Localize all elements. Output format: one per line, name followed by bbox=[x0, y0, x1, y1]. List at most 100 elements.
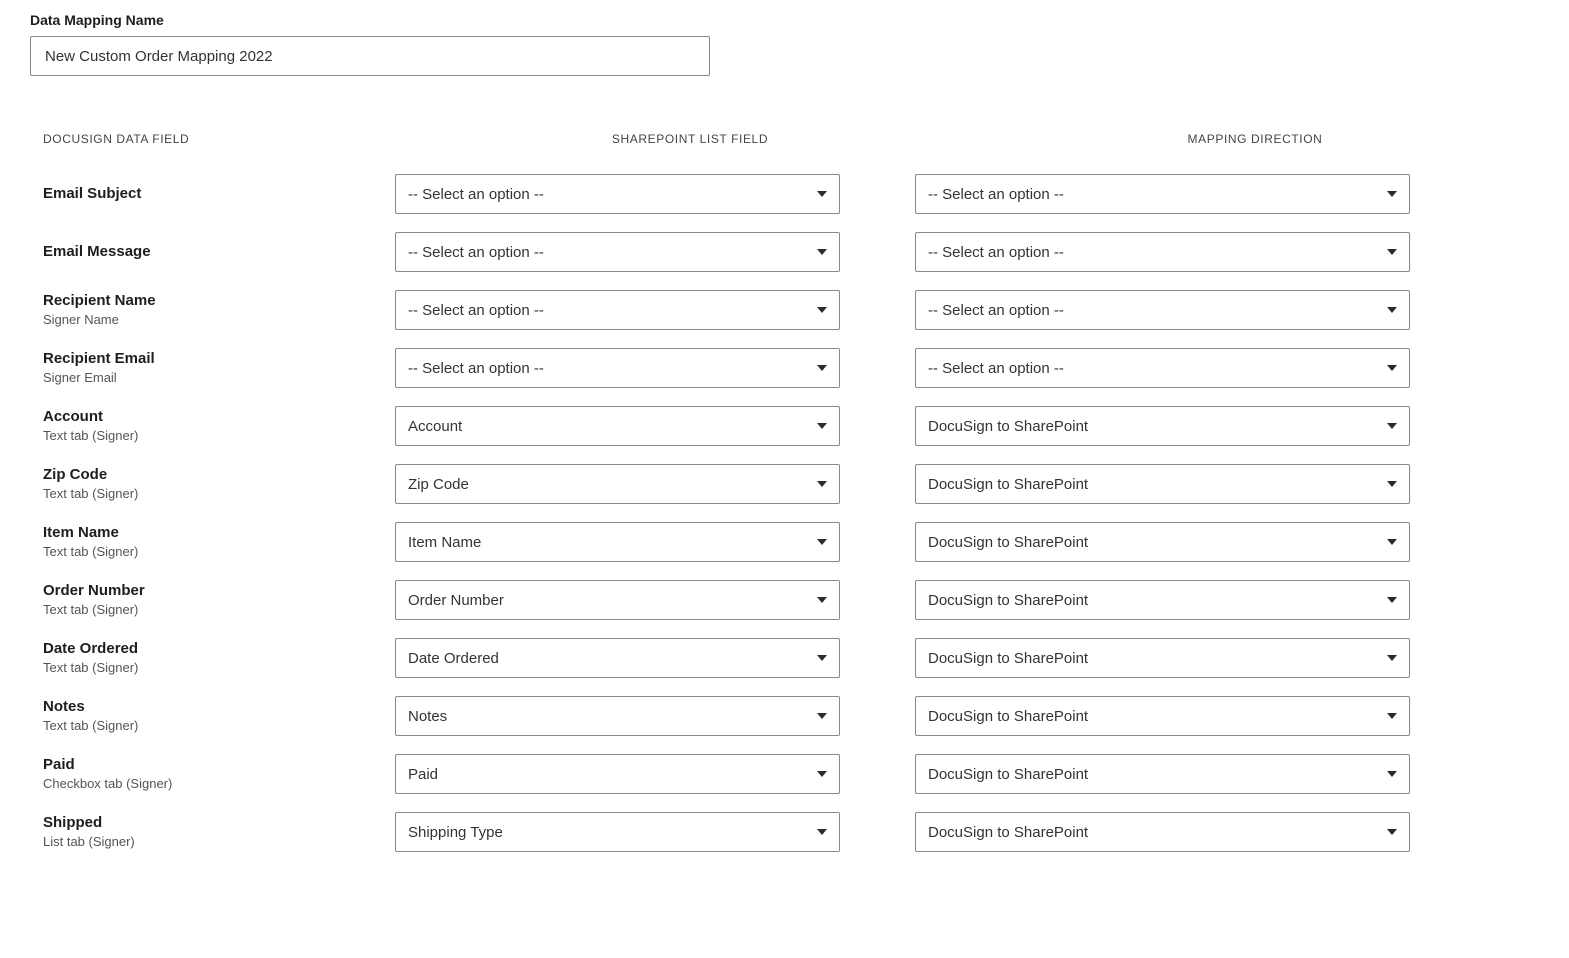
mapping-row: NotesText tab (Signer)NotesDocuSign to S… bbox=[30, 690, 1420, 742]
select-value: DocuSign to SharePoint bbox=[928, 824, 1088, 841]
field-labels: Recipient NameSigner Name bbox=[30, 291, 395, 330]
sharepoint-field-select[interactable]: -- Select an option -- bbox=[395, 290, 840, 330]
field-labels: Email Message bbox=[30, 242, 395, 262]
field-labels: Date OrderedText tab (Signer) bbox=[30, 639, 395, 678]
chevron-down-icon bbox=[817, 481, 827, 487]
column-headers: DOCUSIGN DATA FIELD SHAREPOINT LIST FIEL… bbox=[30, 132, 1420, 146]
mapping-direction-select[interactable]: DocuSign to SharePoint bbox=[915, 638, 1410, 678]
field-name: Order Number bbox=[43, 581, 395, 601]
chevron-down-icon bbox=[817, 191, 827, 197]
sharepoint-field-select[interactable]: Zip Code bbox=[395, 464, 840, 504]
mapping-row: Email Subject -- Select an option -- -- Se… bbox=[30, 168, 1420, 220]
field-subtype: Checkbox tab (Signer) bbox=[43, 775, 395, 793]
select-value: DocuSign to SharePoint bbox=[928, 650, 1088, 667]
chevron-down-icon bbox=[1387, 539, 1397, 545]
select-value: DocuSign to SharePoint bbox=[928, 534, 1088, 551]
chevron-down-icon bbox=[1387, 597, 1397, 603]
mapping-row: Order NumberText tab (Signer)Order Numbe… bbox=[30, 574, 1420, 626]
field-subtype: Text tab (Signer) bbox=[43, 659, 395, 677]
select-value: DocuSign to SharePoint bbox=[928, 592, 1088, 609]
mapping-row: Zip CodeText tab (Signer)Zip CodeDocuSig… bbox=[30, 458, 1420, 510]
chevron-down-icon bbox=[1387, 713, 1397, 719]
select-value: Order Number bbox=[408, 592, 504, 609]
mapping-direction-select[interactable]: DocuSign to SharePoint bbox=[915, 812, 1410, 852]
chevron-down-icon bbox=[817, 423, 827, 429]
field-subtype: Signer Email bbox=[43, 369, 395, 387]
mapping-name-input[interactable] bbox=[30, 36, 710, 76]
sharepoint-field-select[interactable]: Account bbox=[395, 406, 840, 446]
mapping-direction-select[interactable]: -- Select an option -- bbox=[915, 174, 1410, 214]
chevron-down-icon bbox=[1387, 191, 1397, 197]
chevron-down-icon bbox=[1387, 307, 1397, 313]
select-value: -- Select an option -- bbox=[928, 244, 1064, 261]
sharepoint-field-select[interactable]: Shipping Type bbox=[395, 812, 840, 852]
mapping-direction-select[interactable]: DocuSign to SharePoint bbox=[915, 522, 1410, 562]
mapping-table: DOCUSIGN DATA FIELD SHAREPOINT LIST FIEL… bbox=[30, 132, 1420, 858]
chevron-down-icon bbox=[817, 771, 827, 777]
sharepoint-field-select[interactable]: -- Select an option -- bbox=[395, 232, 840, 272]
field-name: Email Message bbox=[43, 242, 395, 262]
field-subtype: Text tab (Signer) bbox=[43, 717, 395, 735]
sharepoint-field-select[interactable]: -- Select an option -- bbox=[395, 174, 840, 214]
sharepoint-field-select[interactable]: Date Ordered bbox=[395, 638, 840, 678]
field-name: Item Name bbox=[43, 523, 395, 543]
select-value: -- Select an option -- bbox=[928, 302, 1064, 319]
field-labels: ShippedList tab (Signer) bbox=[30, 813, 395, 852]
sharepoint-field-select[interactable]: Item Name bbox=[395, 522, 840, 562]
mapping-row: Recipient EmailSigner Email-- Select an … bbox=[30, 342, 1420, 394]
mapping-row: Item NameText tab (Signer)Item NameDocuS… bbox=[30, 516, 1420, 568]
select-value: -- Select an option -- bbox=[928, 186, 1064, 203]
select-value: Account bbox=[408, 418, 462, 435]
mapping-direction-select[interactable]: -- Select an option -- bbox=[915, 290, 1410, 330]
field-subtype: Text tab (Signer) bbox=[43, 427, 395, 445]
field-subtype: Text tab (Signer) bbox=[43, 543, 395, 561]
header-sharepoint: SHAREPOINT LIST FIELD bbox=[395, 132, 875, 146]
header-docusign: DOCUSIGN DATA FIELD bbox=[30, 132, 395, 146]
mapping-direction-select[interactable]: DocuSign to SharePoint bbox=[915, 464, 1410, 504]
field-subtype: List tab (Signer) bbox=[43, 833, 395, 851]
mapping-direction-select[interactable]: -- Select an option -- bbox=[915, 232, 1410, 272]
mapping-direction-select[interactable]: DocuSign to SharePoint bbox=[915, 580, 1410, 620]
field-labels: Item NameText tab (Signer) bbox=[30, 523, 395, 562]
field-name: Shipped bbox=[43, 813, 395, 833]
select-value: -- Select an option -- bbox=[928, 360, 1064, 377]
select-value: Shipping Type bbox=[408, 824, 503, 841]
select-value: -- Select an option -- bbox=[408, 186, 544, 203]
field-name: Recipient Email bbox=[43, 349, 395, 369]
mapping-row: ShippedList tab (Signer) Shipping Type Doc… bbox=[30, 806, 1420, 858]
select-value: Date Ordered bbox=[408, 650, 499, 667]
select-value: Zip Code bbox=[408, 476, 469, 493]
sharepoint-field-select[interactable]: -- Select an option -- bbox=[395, 348, 840, 388]
mapping-direction-select[interactable]: DocuSign to SharePoint bbox=[915, 696, 1410, 736]
select-value: DocuSign to SharePoint bbox=[928, 708, 1088, 725]
mapping-direction-select[interactable]: -- Select an option -- bbox=[915, 348, 1410, 388]
field-labels: Email Subject bbox=[30, 184, 395, 204]
field-name: Email Subject bbox=[43, 184, 395, 204]
mapping-direction-select[interactable]: DocuSign to SharePoint bbox=[915, 754, 1410, 794]
select-value: Item Name bbox=[408, 534, 481, 551]
mapping-row: Recipient NameSigner Name -- Select an op… bbox=[30, 284, 1420, 336]
select-value: -- Select an option -- bbox=[408, 302, 544, 319]
chevron-down-icon bbox=[1387, 423, 1397, 429]
sharepoint-field-select[interactable]: Notes bbox=[395, 696, 840, 736]
field-labels: PaidCheckbox tab (Signer) bbox=[30, 755, 395, 794]
chevron-down-icon bbox=[1387, 249, 1397, 255]
field-name: Notes bbox=[43, 697, 395, 717]
chevron-down-icon bbox=[817, 539, 827, 545]
sharepoint-field-select[interactable]: Order Number bbox=[395, 580, 840, 620]
field-labels: AccountText tab (Signer) bbox=[30, 407, 395, 446]
select-value: Notes bbox=[408, 708, 447, 725]
field-labels: Recipient EmailSigner Email bbox=[30, 349, 395, 388]
mapping-direction-select[interactable]: DocuSign to SharePoint bbox=[915, 406, 1410, 446]
chevron-down-icon bbox=[817, 365, 827, 371]
field-name: Account bbox=[43, 407, 395, 427]
mapping-name-label: Data Mapping Name bbox=[30, 12, 1539, 28]
sharepoint-field-select[interactable]: Paid bbox=[395, 754, 840, 794]
field-subtype: Signer Name bbox=[43, 311, 395, 329]
select-value: DocuSign to SharePoint bbox=[928, 476, 1088, 493]
chevron-down-icon bbox=[817, 307, 827, 313]
header-direction: MAPPING DIRECTION bbox=[875, 132, 1415, 146]
field-name: Date Ordered bbox=[43, 639, 395, 659]
chevron-down-icon bbox=[1387, 365, 1397, 371]
mapping-row: AccountText tab (Signer)AccountDocuSign … bbox=[30, 400, 1420, 452]
